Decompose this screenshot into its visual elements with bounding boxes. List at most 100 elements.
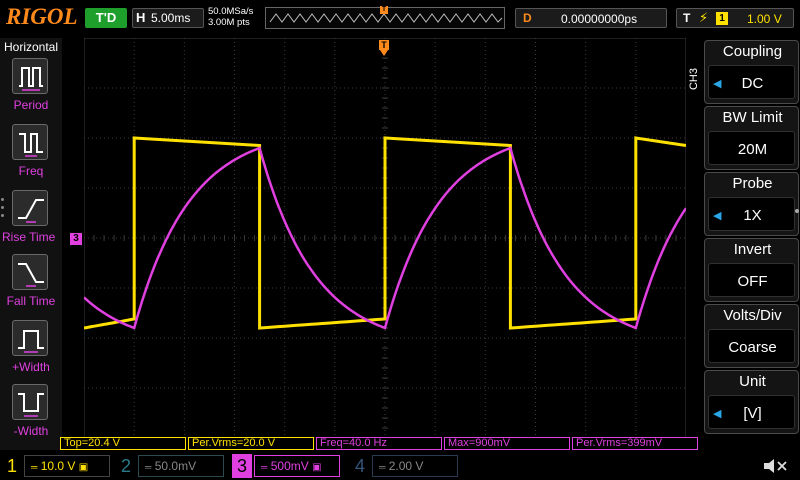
dc-coupling-icon: ═ <box>145 462 152 472</box>
trigger-top-letter: T <box>381 40 387 50</box>
trigger-source: 1 <box>716 12 728 25</box>
horizontal-letter: H <box>136 10 146 25</box>
bw-limit-title: BW Limit <box>722 109 783 126</box>
channel-3-scale-box: ═ 500mV ▣ <box>254 455 340 477</box>
freq-label: Freq <box>18 164 44 178</box>
rise-time-label: Rise Time <box>2 230 56 244</box>
channel-1-button[interactable]: 1 ═ 10.0 V ▣ <box>2 454 112 478</box>
coupling-value-box: ◀ DC <box>708 65 795 99</box>
memory-depth: 3.00M pts <box>208 17 250 28</box>
top-status-bar: RIGOL T'D H 5.00ms 50.0MSa/s 3.00M pts T… <box>0 0 800 38</box>
trigger-level: 1.00 V <box>747 12 782 26</box>
period-button[interactable]: Period <box>0 58 62 122</box>
delay-offset[interactable]: D 0.00000000ps <box>515 8 667 28</box>
channel-2-button[interactable]: 2 ═ 50.0mV <box>116 454 226 478</box>
positive-width-icon <box>12 320 48 356</box>
memory-overview: T <box>265 6 505 29</box>
period-label: Period <box>13 98 49 112</box>
ch1-trace <box>84 136 686 330</box>
ch3-ground-marker[interactable]: 3 <box>70 233 82 245</box>
channel-label: CH3 <box>688 68 700 91</box>
invert-softkey[interactable]: Invert OFF <box>704 238 799 302</box>
horizontal-measure-menu: Horizontal Period Freq Rise Time Fall Ti… <box>0 38 62 450</box>
freq-button[interactable]: Freq <box>0 124 62 188</box>
bw-limit-softkey[interactable]: BW Limit 20M <box>704 106 799 170</box>
delay-value: 0.00000000ps <box>561 12 638 26</box>
channel-bar: 1 ═ 10.0 V ▣ 2 ═ 50.0mV 3 ═ 500mV ▣ 4 ═ … <box>0 452 800 480</box>
channel-2-scale: 50.0mV <box>154 459 197 473</box>
channel-4-button[interactable]: 4 ═ 2.00 V <box>350 454 460 478</box>
rise-time-button[interactable]: Rise Time <box>0 190 62 254</box>
channel-2-scale-box: ═ 50.0mV <box>138 455 224 477</box>
page-dot <box>795 209 799 213</box>
channel-4-scale-box: ═ 2.00 V <box>372 455 458 477</box>
positive-width-label: +Width <box>12 360 50 374</box>
measurement-max[interactable]: Max=900mV <box>444 437 570 450</box>
unit-value: [V] <box>743 405 762 422</box>
coupling-value: DC <box>741 75 764 92</box>
channel-menu: CH3 Coupling ◀ DC BW Limit 20M Probe ◀ 1… <box>686 38 800 450</box>
channel-1-number: 1 <box>6 456 17 476</box>
timebase-value: 5.00ms <box>151 11 191 25</box>
channel-3-button[interactable]: 3 ═ 500mV ▣ <box>232 454 344 478</box>
trigger-position-marker: T <box>380 6 388 14</box>
period-icon <box>12 58 48 94</box>
channel-4-number: 4 <box>354 456 365 476</box>
dc-coupling-icon: ═ <box>261 462 268 472</box>
rise-time-icon <box>12 190 48 226</box>
brand-logo: RIGOL <box>6 4 78 29</box>
unit-title: Unit <box>739 373 766 390</box>
invert-value-box: OFF <box>708 263 795 297</box>
ch3-ground-label: 3 <box>73 233 79 244</box>
trigger-position-marker: T <box>379 40 389 56</box>
bw-limit-value-box: 20M <box>708 131 795 165</box>
volts-div-title: Volts/Div <box>723 307 782 324</box>
bw-limit-value: 20M <box>737 141 768 158</box>
channel-3-number: 3 <box>232 454 252 478</box>
probe-value: 1X <box>743 207 762 224</box>
measurement-top[interactable]: Top=20.4 V <box>60 437 186 450</box>
waveform-display[interactable]: T 3 T <box>70 38 700 438</box>
channel-1-scale-box: ═ 10.0 V ▣ <box>24 455 110 477</box>
horizontal-timebase[interactable]: H 5.00ms <box>132 8 204 28</box>
rising-edge-icon: ⚡ <box>699 10 709 25</box>
bw-limit-icon: ▣ <box>78 462 89 473</box>
probe-softkey[interactable]: Probe ◀ 1X <box>704 172 799 236</box>
unit-value-box: ◀ [V] <box>708 395 795 429</box>
negative-width-label: -Width <box>13 424 49 438</box>
dc-coupling-icon: ═ <box>379 462 386 472</box>
sample-rate: 50.0MSa/s <box>208 6 254 17</box>
bw-limit-icon: ▣ <box>312 462 322 473</box>
coupling-title: Coupling <box>722 43 783 60</box>
fall-time-button[interactable]: Fall Time <box>0 254 62 318</box>
invert-value: OFF <box>737 273 768 290</box>
dc-coupling-icon: ═ <box>31 462 38 472</box>
probe-title: Probe <box>732 175 773 192</box>
channel-4-scale: 2.00 V <box>388 459 424 473</box>
volts-div-value-box: Coarse <box>708 329 795 363</box>
measurement-freq[interactable]: Freq=40.0 Hz <box>316 437 442 450</box>
volts-div-value: Coarse <box>728 339 777 356</box>
positive-width-button[interactable]: +Width <box>0 320 62 384</box>
probe-value-box: ◀ 1X <box>708 197 795 231</box>
channel-1-scale: 10.0 V <box>40 459 76 473</box>
negative-width-icon <box>12 384 48 420</box>
measurement-ch1-vrms[interactable]: Per.Vrms=20.0 V <box>188 437 314 450</box>
freq-icon <box>12 124 48 160</box>
measurement-ch3-vrms[interactable]: Per.Vrms=399mV <box>572 437 698 450</box>
measurement-bar: Top=20.4 V Per.Vrms=20.0 V Freq=40.0 Hz … <box>58 437 698 451</box>
acquisition-info: 50.0MSa/s 3.00M pts <box>208 6 253 28</box>
trigger-settings[interactable]: T ⚡ 1 1.00 V <box>676 8 794 28</box>
speaker-muted-icon[interactable] <box>760 456 790 476</box>
channel-2-number: 2 <box>120 456 131 476</box>
negative-width-button[interactable]: -Width <box>0 384 62 448</box>
left-menu-title: Horizontal <box>4 40 59 54</box>
coupling-softkey[interactable]: Coupling ◀ DC <box>704 40 799 104</box>
trigger-letter: T <box>683 11 691 25</box>
unit-softkey[interactable]: Unit ◀ [V] <box>704 370 799 434</box>
volts-div-softkey[interactable]: Volts/Div Coarse <box>704 304 799 368</box>
waveform-plot: T <box>84 38 686 438</box>
run-status-badge[interactable]: T'D <box>85 8 127 28</box>
invert-title: Invert <box>733 241 772 258</box>
fall-time-icon <box>12 254 48 290</box>
